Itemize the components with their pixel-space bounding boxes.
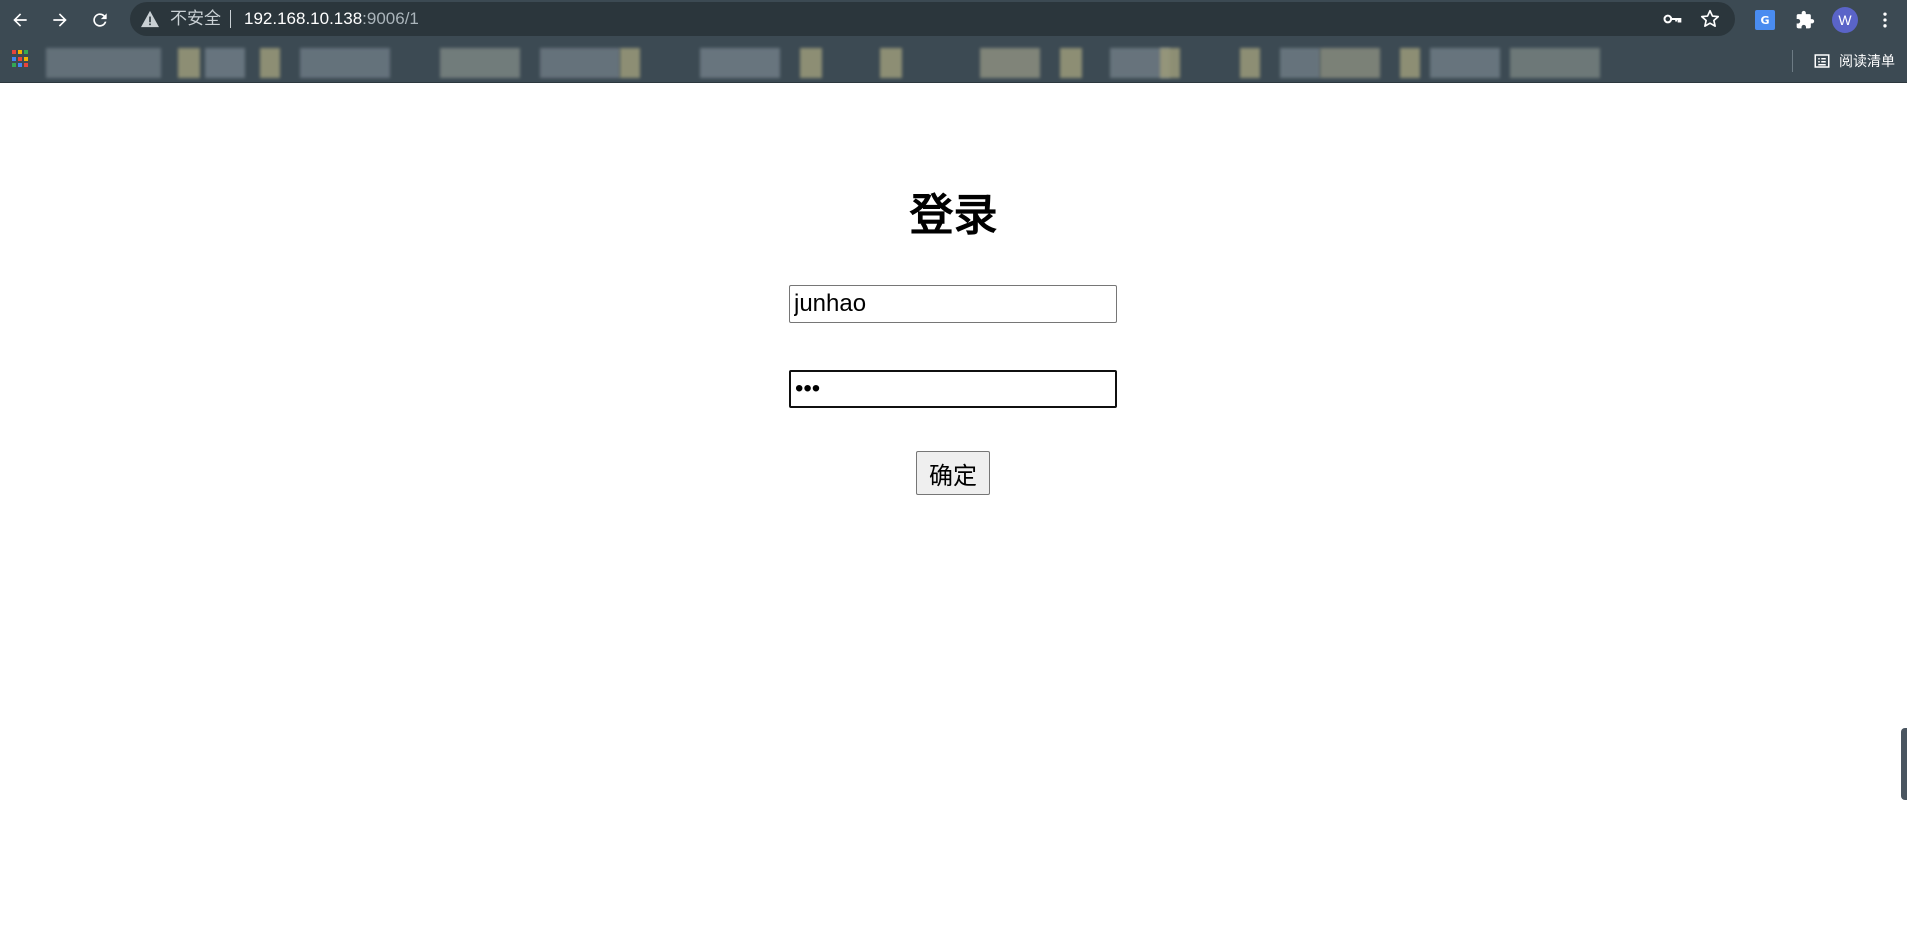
extensions-button[interactable] — [1790, 5, 1820, 35]
bookmark-item[interactable] — [260, 48, 280, 78]
bookmark-item[interactable] — [700, 48, 780, 78]
url-text[interactable]: 192.168.10.138:9006/1 — [244, 9, 419, 29]
bookmark-item[interactable] — [1320, 48, 1380, 78]
translate-extension[interactable]: G — [1750, 5, 1780, 35]
bookmark-item[interactable] — [440, 48, 520, 78]
apps-grid-icon[interactable] — [12, 50, 30, 68]
password-input[interactable] — [789, 370, 1117, 408]
arrow-left-icon — [13, 13, 27, 27]
url-path: :9006/1 — [362, 9, 419, 28]
confirm-button[interactable]: 确定 — [916, 451, 990, 495]
more-vert-icon — [1883, 12, 1887, 28]
reload-icon — [93, 13, 107, 27]
login-page: 登录 确定 — [0, 83, 1907, 935]
page-title: 登录 — [909, 190, 998, 241]
address-bar[interactable]: 不安全 192.168.10.138:9006/1 — [130, 2, 1735, 36]
reading-list-divider — [1792, 50, 1793, 72]
bookmarks-bar: 阅读清单 — [0, 42, 1907, 80]
reading-list-icon — [1814, 54, 1830, 68]
star-icon[interactable] — [1699, 8, 1721, 30]
bookmark-item[interactable] — [178, 48, 200, 78]
forward-button[interactable] — [44, 4, 76, 36]
browser-menu-button[interactable] — [1870, 5, 1900, 35]
reading-list-label: 阅读清单 — [1839, 53, 1895, 69]
reading-list-button[interactable]: 阅读清单 — [1813, 50, 1895, 72]
bookmark-item[interactable] — [1280, 48, 1320, 78]
arrow-right-icon — [53, 13, 67, 27]
bookmark-item[interactable] — [540, 48, 620, 78]
key-icon[interactable] — [1661, 9, 1683, 29]
puzzle-icon — [1796, 10, 1815, 29]
bookmark-item[interactable] — [880, 48, 902, 78]
username-input[interactable] — [789, 285, 1117, 323]
warning-icon — [141, 10, 159, 28]
bookmark-item[interactable] — [1510, 48, 1600, 78]
side-panel-handle[interactable] — [1901, 728, 1907, 800]
bookmark-item[interactable] — [300, 48, 390, 78]
bookmark-item[interactable] — [1160, 48, 1180, 78]
security-label[interactable]: 不安全 — [170, 9, 221, 29]
avatar: W — [1832, 7, 1858, 33]
bookmark-item[interactable] — [46, 48, 161, 78]
bookmark-item[interactable] — [1400, 48, 1420, 78]
reload-button[interactable] — [84, 4, 116, 36]
bookmark-item[interactable] — [980, 48, 1040, 78]
bookmark-item[interactable] — [1430, 48, 1500, 78]
back-button[interactable] — [4, 4, 36, 36]
bookmark-item[interactable] — [205, 48, 245, 78]
bookmark-item[interactable] — [800, 48, 822, 78]
bookmark-item[interactable] — [620, 48, 640, 78]
omnibox-divider — [230, 10, 231, 28]
browser-chrome: 不安全 192.168.10.138:9006/1 G W 阅读清单 — [0, 0, 1907, 83]
bookmark-item[interactable] — [1060, 48, 1082, 78]
url-host: 192.168.10.138 — [244, 9, 363, 28]
profile-button[interactable]: W — [1830, 5, 1860, 35]
translate-icon: G — [1755, 10, 1775, 30]
browser-toolbar: 不安全 192.168.10.138:9006/1 G W — [0, 0, 1907, 40]
bookmark-item[interactable] — [1240, 48, 1260, 78]
